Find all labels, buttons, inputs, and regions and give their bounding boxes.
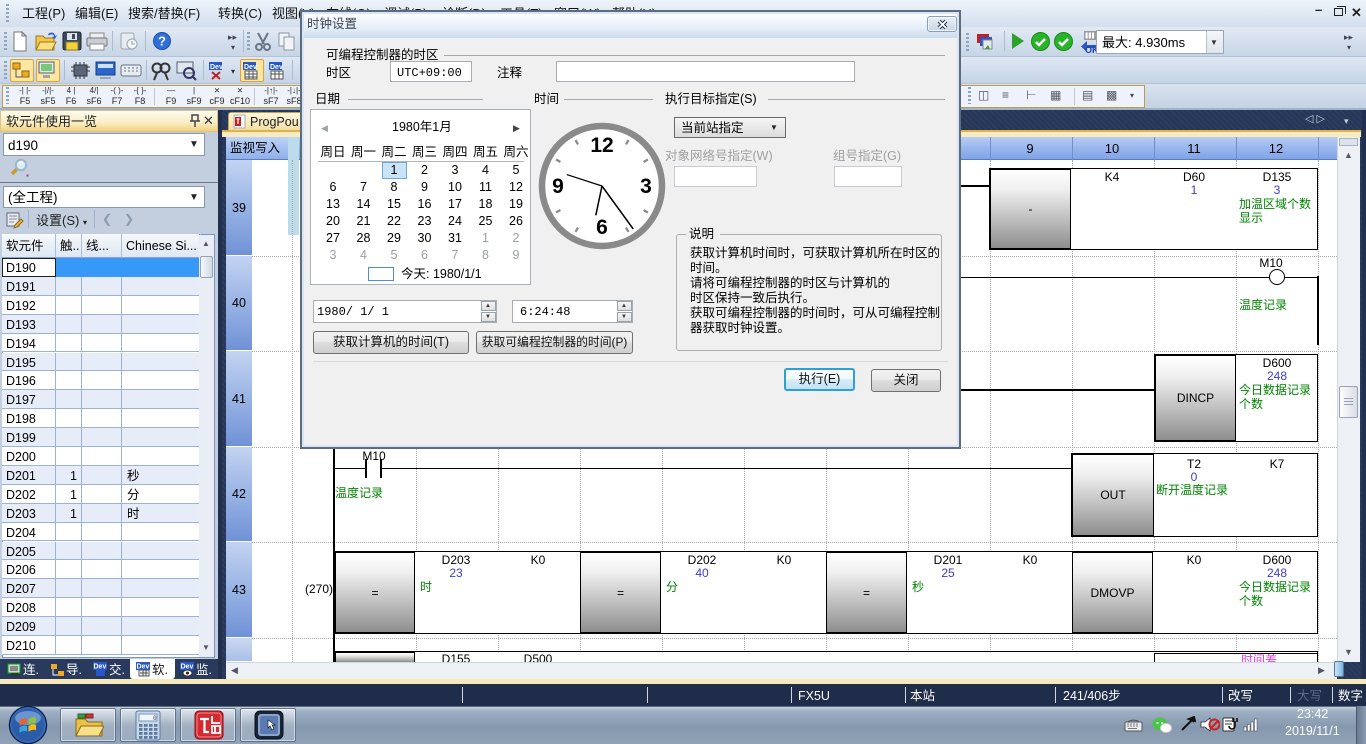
svg-text:9: 9 <box>552 175 564 198</box>
svg-text:Dev: Dev <box>210 64 223 71</box>
svg-text:Dev: Dev <box>94 664 107 671</box>
svg-text:3: 3 <box>640 175 652 198</box>
svg-text:Dev: Dev <box>270 64 283 71</box>
svg-text:Dev: Dev <box>137 664 150 671</box>
svg-text:Dev: Dev <box>244 64 257 71</box>
svg-text:12: 12 <box>590 134 613 157</box>
svg-text:0: 0 <box>153 715 157 722</box>
svg-text:6: 6 <box>596 216 608 239</box>
svg-text:?: ? <box>158 34 166 49</box>
svg-text:Dev: Dev <box>181 664 194 671</box>
